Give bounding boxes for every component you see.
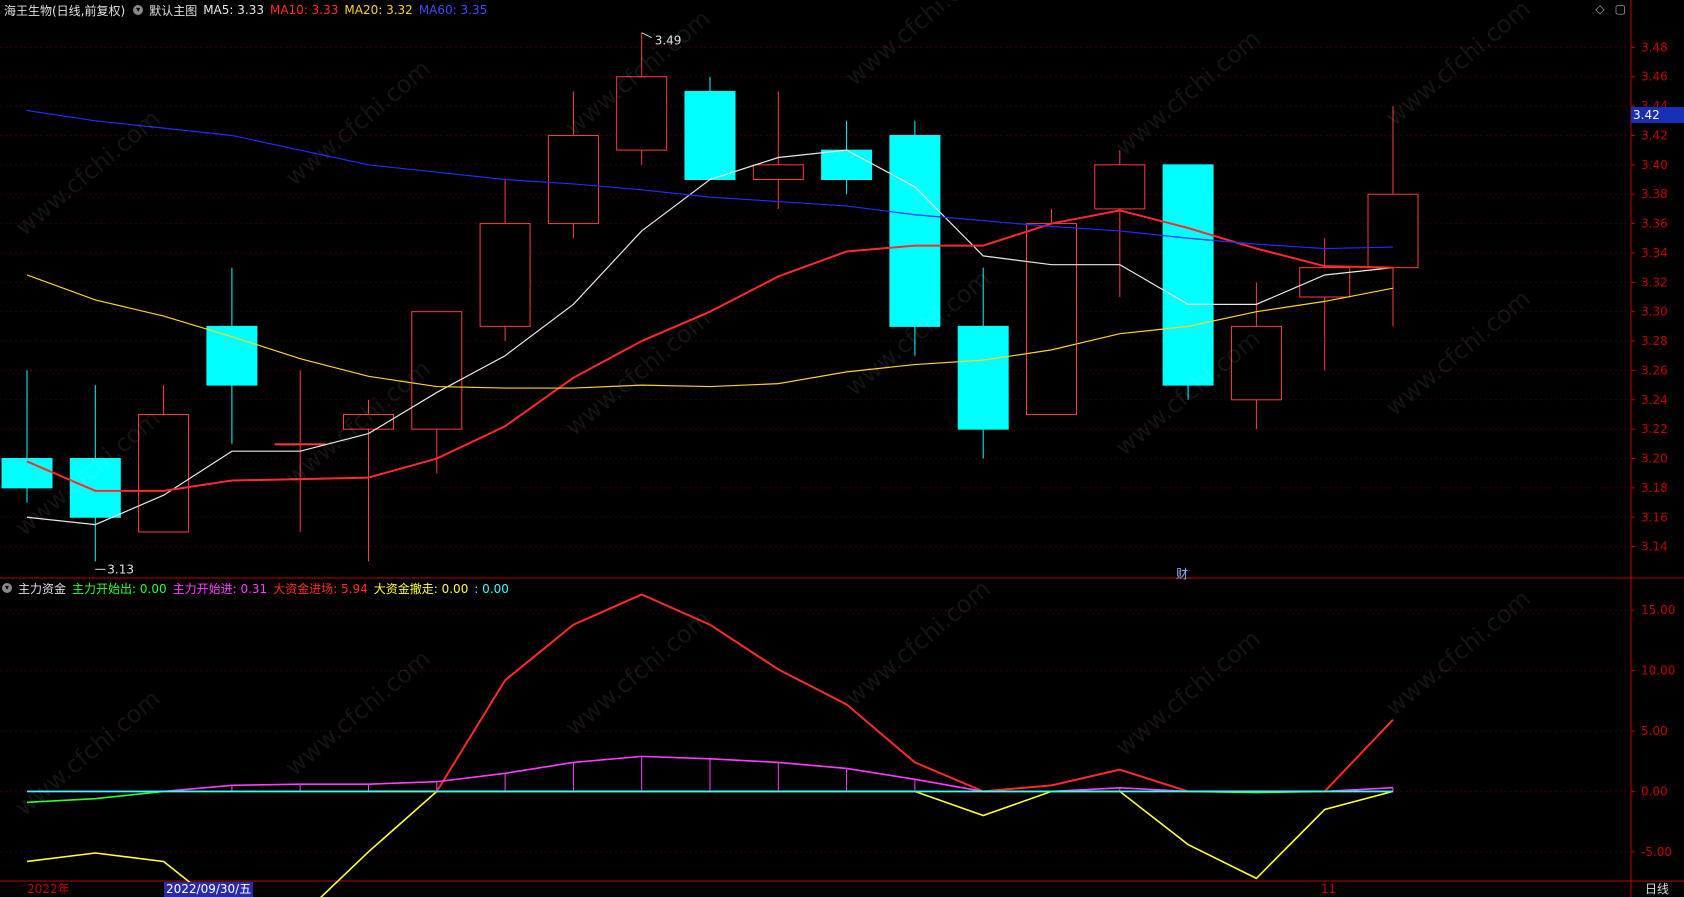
sub-legend-item-3: 大资金撤走: 0.00	[373, 581, 469, 596]
main-tick-label: 3.32	[1641, 275, 1668, 289]
candle-up	[1026, 223, 1077, 415]
main-tick-label: 3.36	[1641, 217, 1668, 231]
candle-up	[1094, 164, 1146, 210]
current-price-tag: 3.42	[1631, 107, 1684, 123]
window-controls: ◇ ▢	[1595, 2, 1626, 16]
candle-down	[821, 149, 873, 181]
main-tick-label: 3.20	[1641, 452, 1668, 466]
main-tick-label: 3.48	[1641, 40, 1668, 54]
main-tick-label: 3.26	[1641, 363, 1668, 377]
main-tick-label: 3.24	[1641, 393, 1668, 407]
sub-tick-label: -5.00	[1641, 845, 1672, 859]
candle-up	[1367, 193, 1419, 269]
ma-legend: MA5: 3.33 MA10: 3.33 MA20: 3.32 MA60: 3.35	[203, 3, 493, 17]
main-tick-label: 3.46	[1641, 70, 1668, 84]
candle-down	[684, 90, 736, 181]
ma-legend-item-3: MA60: 3.35	[418, 3, 488, 17]
sub-tick-label: 10.00	[1641, 664, 1675, 678]
candle-down	[957, 325, 1009, 430]
stock-title[interactable]: 海王生物(日线,前复权)	[4, 2, 125, 19]
chart-canvas[interactable]: 3.14 3.16 3.18 3.20 3.22 3.24 3.26 3.28 3.30 3.32…	[0, 0, 1684, 897]
sub-tick-label: 15.00	[1641, 603, 1675, 617]
main-indicator-label[interactable]: 默认主图	[149, 2, 197, 19]
ma-legend-item-1: MA10: 3.33	[269, 3, 339, 17]
period-selector[interactable]: 日线	[1631, 882, 1684, 897]
sub-indicator-label[interactable]: 主力资金	[18, 580, 66, 597]
main-tick-label: 3.28	[1641, 334, 1668, 348]
selected-date: 2022/09/30/五	[164, 882, 254, 897]
candle-down	[1, 458, 53, 489]
finance-marker[interactable]: 财	[1176, 565, 1188, 582]
candle-up	[479, 223, 531, 327]
sub-chart-header: ▾ 主力资金 主力开始出: 0.00 主力开始进: 0.31 大资金进场: 5.94…	[0, 579, 521, 597]
candle-down	[889, 134, 941, 327]
candle-up	[547, 134, 599, 225]
sub-tick-label: 0.00	[1641, 784, 1668, 798]
sub-tick-label: 5.00	[1641, 724, 1668, 738]
window-icon[interactable]: ▢	[1615, 2, 1626, 16]
flow-line-0	[368, 593, 1394, 793]
main-tick-label: 3.40	[1641, 158, 1668, 172]
candle-up	[752, 164, 804, 181]
month-label: 11	[1321, 882, 1337, 896]
ma-legend-item-2: MA20: 3.32	[344, 3, 413, 17]
main-tick-label: 3.42	[1641, 128, 1668, 142]
low-label: 3.13	[107, 562, 134, 576]
high-pointer	[641, 32, 652, 39]
main-tick-label: 3.22	[1641, 422, 1668, 436]
indicator-menu-icon[interactable]: ▾	[133, 5, 144, 15]
sub-legend-item-0: 主力开始出: 0.00	[72, 581, 167, 596]
flow-line-3	[26, 790, 1393, 804]
main-tick-label: 3.30	[1641, 305, 1668, 319]
sub-indicator-menu-icon[interactable]: ▾	[2, 583, 12, 593]
year-label: 2022年	[27, 882, 70, 896]
main-tick-label: 3.38	[1641, 187, 1668, 201]
candle-down	[1162, 164, 1214, 386]
sub-legend: 主力开始出: 0.00 主力开始进: 0.31 大资金进场: 5.94 大资金撤走: …	[72, 580, 515, 597]
candle-down	[206, 325, 258, 386]
sub-legend-item-4: : 0.00	[474, 581, 509, 596]
ma-legend-item-0: MA5: 3.33	[203, 3, 264, 17]
main-chart-header: 海王生物(日线,前复权) ▾ 默认主图 MA5: 3.33 MA10: 3.33 M…	[0, 1, 499, 19]
diamond-icon[interactable]: ◇	[1595, 2, 1604, 16]
main-tick-label: 3.16	[1641, 510, 1668, 524]
main-tick-label: 3.34	[1641, 246, 1668, 260]
sub-legend-item-2: 大资金进场: 5.94	[273, 581, 368, 596]
sub-legend-item-1: 主力开始进: 0.31	[172, 581, 268, 596]
main-tick-label: 3.18	[1641, 481, 1668, 495]
main-tick-label: 3.14	[1641, 540, 1668, 554]
